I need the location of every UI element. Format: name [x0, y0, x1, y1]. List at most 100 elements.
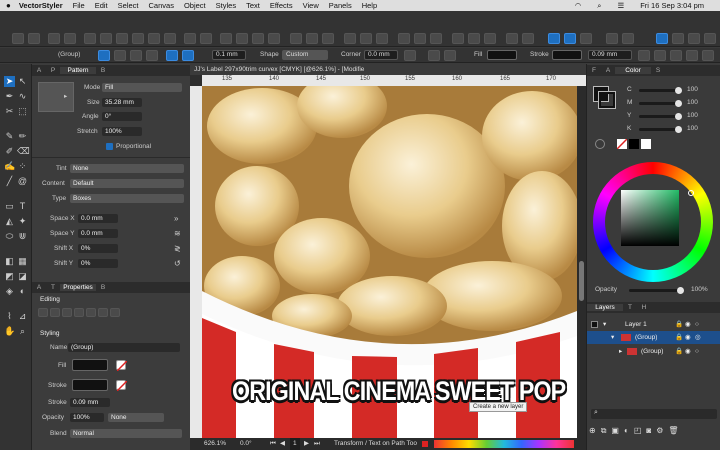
page-field[interactable]: 1: [290, 438, 300, 450]
angle-field[interactable]: 0°: [102, 112, 142, 121]
tab-h[interactable]: H: [637, 304, 651, 311]
pattern-preview[interactable]: [38, 82, 74, 112]
view-mode-button[interactable]: [564, 33, 576, 44]
tab-a[interactable]: A: [601, 67, 615, 74]
toolbar-button[interactable]: [522, 33, 534, 44]
fill-swatch[interactable]: [487, 50, 517, 60]
channel-value[interactable]: 100: [687, 99, 698, 106]
target-icon[interactable]: ○: [695, 318, 699, 331]
context-button[interactable]: [182, 50, 194, 61]
shape-tool-icon[interactable]: ◭: [4, 216, 15, 227]
clock[interactable]: Fri 16 Sep 3:04 pm: [640, 1, 704, 10]
blend-tool-icon[interactable]: ◪: [17, 271, 28, 282]
menu-select[interactable]: Select: [118, 1, 139, 10]
wifi-icon[interactable]: ◠: [575, 1, 582, 10]
channel-value[interactable]: 100: [687, 125, 698, 132]
toolbar-button[interactable]: [236, 33, 248, 44]
preview-arrow-icon[interactable]: ▸: [64, 92, 67, 100]
tab-color[interactable]: Color: [615, 67, 651, 74]
expand-icon[interactable]: ▾: [611, 331, 614, 344]
eye-icon[interactable]: ◉: [685, 345, 691, 358]
last-page-icon[interactable]: ⏭: [314, 438, 320, 450]
toolbar-button[interactable]: [306, 33, 318, 44]
menu-styles[interactable]: Styles: [216, 1, 236, 10]
color-square[interactable]: [621, 190, 679, 246]
toolbar-button[interactable]: [64, 33, 76, 44]
blend-dropdown[interactable]: Normal: [70, 429, 182, 438]
channel-knob[interactable]: [675, 87, 682, 94]
edit-button[interactable]: [50, 308, 60, 317]
tab-s[interactable]: S: [651, 67, 665, 74]
node-tool-icon[interactable]: ↖: [17, 76, 28, 87]
toolbar-button[interactable]: [414, 33, 426, 44]
stroke-field[interactable]: 0.09 mm: [588, 50, 632, 60]
menu-file[interactable]: File: [73, 1, 85, 10]
layer-row-selected[interactable]: ▾ (Group) 🔒 ◉ ◎: [587, 331, 720, 344]
toolbar-button[interactable]: [344, 33, 356, 44]
brush-tool-icon[interactable]: ✎: [4, 131, 15, 142]
toolbar-button[interactable]: [580, 33, 592, 44]
context-button[interactable]: [166, 50, 178, 61]
toolbar-button[interactable]: [290, 33, 302, 44]
context-button[interactable]: [686, 50, 698, 61]
edit-button[interactable]: [38, 308, 48, 317]
shift-y-field[interactable]: 0%: [78, 259, 118, 268]
toolbar-button[interactable]: [672, 33, 684, 44]
toolbar-button[interactable]: [268, 33, 280, 44]
ellipse-tool-icon[interactable]: ⬭: [4, 231, 15, 242]
expand-icon[interactable]: ▸: [619, 345, 622, 358]
opacity-mode-dropdown[interactable]: None: [108, 413, 164, 422]
tab-t[interactable]: T: [46, 284, 60, 291]
star-tool-icon[interactable]: ✦: [17, 216, 28, 227]
type-dropdown[interactable]: Boxes: [70, 194, 184, 203]
context-button[interactable]: [444, 50, 456, 61]
target-icon[interactable]: ◎: [695, 331, 701, 344]
knife-tool-icon[interactable]: ✂: [4, 106, 15, 117]
edit-button[interactable]: [62, 308, 72, 317]
toolbar-button[interactable]: [468, 33, 480, 44]
mode-dropdown[interactable]: Fill: [102, 83, 182, 92]
tab-p[interactable]: P: [46, 67, 60, 74]
warp-tool-icon[interactable]: ⋓: [17, 231, 28, 242]
toolbar-button[interactable]: [100, 33, 112, 44]
context-button[interactable]: [702, 50, 714, 61]
color-wheel[interactable]: [593, 162, 713, 282]
pen-tool-icon[interactable]: ✒: [4, 91, 15, 102]
toolbar-button[interactable]: [252, 33, 264, 44]
channel-slider[interactable]: [639, 102, 679, 105]
toolbar-button[interactable]: [200, 33, 212, 44]
tab-b[interactable]: B: [96, 67, 110, 74]
layer-name[interactable]: Layer 1: [625, 318, 647, 331]
tab-properties[interactable]: Properties: [60, 284, 96, 291]
prev-page-icon[interactable]: ◀: [280, 438, 285, 450]
zoom-field[interactable]: 626.1%: [204, 438, 226, 450]
paint-tool-icon[interactable]: ✐: [4, 146, 15, 157]
shift-x-field[interactable]: 0%: [78, 244, 118, 253]
opacity-field[interactable]: 100%: [70, 413, 104, 422]
toolbar-button[interactable]: [84, 33, 96, 44]
opacity-value[interactable]: 100%: [691, 286, 708, 293]
shadow-tool-icon[interactable]: ◈: [4, 286, 15, 297]
toolbar-button[interactable]: [622, 33, 634, 44]
document-tab[interactable]: JJ's Label 297x90trim curvex [CMYK] [@62…: [190, 64, 586, 75]
no-stroke-icon[interactable]: [116, 380, 128, 392]
menu-help[interactable]: Help: [362, 1, 377, 10]
stroke-swatch[interactable]: [552, 50, 582, 60]
space-y-field[interactable]: 0.0 mm: [78, 229, 118, 238]
menu-canvas[interactable]: Canvas: [149, 1, 174, 10]
layer-name[interactable]: (Group): [635, 331, 657, 344]
shape-dropdown[interactable]: Custom: [282, 50, 328, 60]
eye-icon[interactable]: ◉: [685, 318, 691, 331]
camera-icon[interactable]: ◙: [646, 426, 651, 438]
channel-slider[interactable]: [639, 128, 679, 131]
channel-slider[interactable]: [639, 115, 679, 118]
toolbar-button[interactable]: [148, 33, 160, 44]
channel-value[interactable]: 100: [687, 86, 698, 93]
stroke-swatch[interactable]: [72, 379, 108, 391]
spiral-tool-icon[interactable]: @: [17, 176, 28, 187]
layer-name[interactable]: (Group): [641, 345, 663, 358]
eraser-tool-icon[interactable]: ⌫: [17, 146, 30, 157]
mask-icon[interactable]: ◐: [624, 426, 629, 438]
new-layer-icon[interactable]: ⊕: [589, 426, 596, 438]
stroke-color-swatch[interactable]: [598, 91, 616, 109]
